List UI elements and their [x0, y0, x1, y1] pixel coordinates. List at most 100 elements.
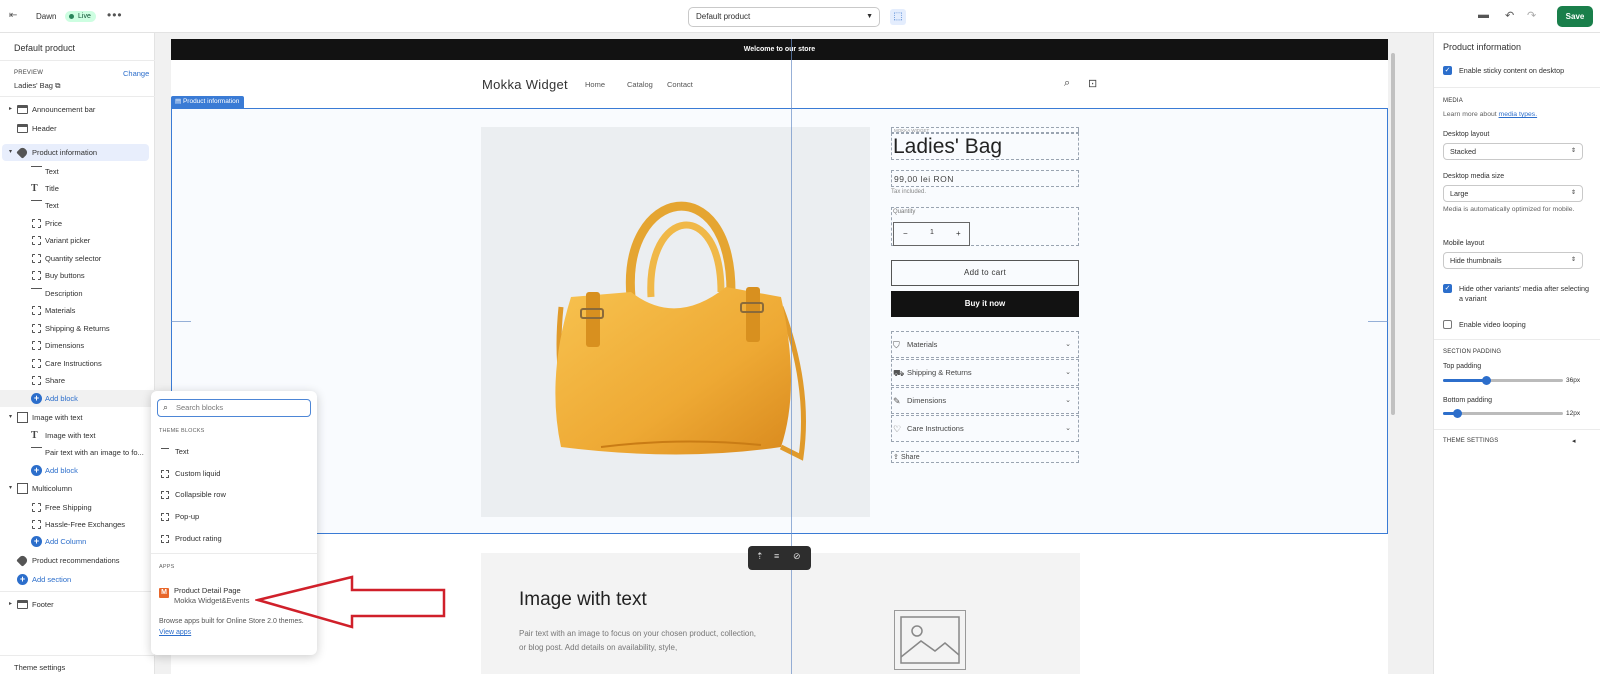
scrollbar-thumb[interactable]	[1391, 53, 1395, 415]
collapsible-care-instructions[interactable]: ♡ Care Instructions ⌄	[891, 415, 1079, 442]
block-option-text[interactable]: Text	[159, 445, 309, 459]
tree-product-information[interactable]: ▾ Product information	[2, 144, 149, 161]
app-block-product-detail-page[interactable]: Product Detail Page	[174, 586, 241, 595]
undo-icon[interactable]: ↶	[1505, 9, 1514, 22]
tree-label: Product recommendations	[32, 556, 120, 565]
nav-catalog[interactable]: Catalog	[627, 80, 653, 89]
add-block-button[interactable]: + Add block	[0, 462, 155, 479]
cart-icon[interactable]: ⊡	[1088, 77, 1097, 90]
slider-fill	[1443, 379, 1487, 382]
chevron-down-icon[interactable]: ▾	[9, 144, 12, 161]
view-apps-link[interactable]: View apps	[159, 629, 191, 636]
tree-block-title[interactable]: T Title	[0, 180, 155, 197]
save-button[interactable]: Save	[1557, 6, 1593, 27]
tree-block-variant-picker[interactable]: Variant picker	[0, 232, 155, 249]
block-option-label: Text	[175, 447, 189, 456]
nav-home[interactable]: Home	[585, 80, 605, 89]
theme-settings-link[interactable]: Theme settings	[14, 663, 65, 672]
collapsible-shipping-returns[interactable]: ⛟ Shipping & Returns ⌄	[891, 359, 1079, 386]
chevron-down-icon[interactable]: ▾	[9, 409, 12, 426]
caret-left-icon[interactable]: ◂	[1572, 437, 1576, 445]
tree-multicolumn[interactable]: ▾ Multicolumn	[0, 480, 155, 497]
hide-variants-media-checkbox[interactable]: ✓	[1443, 284, 1452, 293]
bottom-padding-slider[interactable]	[1443, 409, 1563, 418]
preview-scrollbar[interactable]	[1389, 39, 1397, 669]
preview-product[interactable]: Ladies' Bag ⧉	[14, 81, 60, 91]
add-section-button[interactable]: + Add section	[0, 571, 155, 588]
tree-footer[interactable]: ▸ Footer	[0, 596, 155, 613]
block-option-product-rating[interactable]: Product rating	[159, 532, 309, 546]
tree-header[interactable]: Header	[0, 120, 155, 137]
product-price[interactable]: 99,00 lei RON	[891, 170, 1079, 187]
block-option-popup[interactable]: Pop-up	[159, 510, 309, 524]
search-blocks-input[interactable]: ⌕ Search blocks	[157, 399, 311, 417]
tree-block-dimensions[interactable]: Dimensions	[0, 337, 155, 354]
mobile-layout-value: Hide thumbnails	[1450, 256, 1502, 265]
more-actions-icon[interactable]: •••	[107, 8, 123, 22]
store-logo[interactable]: Mokka Widget	[482, 77, 568, 92]
move-up-icon[interactable]: ⇡	[756, 551, 764, 562]
tree-block-free-shipping[interactable]: Free Shipping	[0, 499, 155, 516]
tree-block-materials[interactable]: Materials	[0, 302, 155, 319]
announcement-bar[interactable]: Welcome to our store	[171, 39, 1388, 60]
tax-note: Tax included.	[891, 189, 927, 195]
buy-now-button[interactable]: Buy it now	[891, 291, 1079, 317]
tree-block-price[interactable]: Price	[0, 215, 155, 232]
share-button[interactable]: ⇪ Share	[891, 451, 1079, 463]
collapsible-dimensions[interactable]: ✎ Dimensions ⌄	[891, 387, 1079, 414]
tree-block-shipping-returns[interactable]: Shipping & Returns	[0, 320, 155, 337]
block-option-collapsible-row[interactable]: Collapsible row	[159, 488, 309, 502]
tree-block-quantity-selector[interactable]: Quantity selector	[0, 250, 155, 267]
add-to-cart-button[interactable]: Add to cart	[891, 260, 1079, 286]
product-media[interactable]	[481, 127, 870, 517]
hide-icon[interactable]: ⊘	[793, 551, 801, 562]
video-looping-checkbox[interactable]	[1443, 320, 1452, 329]
tree-announcement-bar[interactable]: ▸ Announcement bar	[0, 101, 155, 118]
quantity-selector-block[interactable]: Quantity − 1 +	[891, 207, 1079, 246]
tree-block-pair-text[interactable]: Pair text with an image to fo...	[0, 444, 155, 461]
desktop-media-size-select[interactable]: Large ⇕	[1443, 185, 1583, 202]
chevron-down-icon: ⌄	[1065, 369, 1071, 376]
sticky-content-checkbox[interactable]: ✓	[1443, 66, 1452, 75]
search-icon[interactable]: ⌕	[1064, 77, 1070, 90]
tree-block-image-with-text[interactable]: T Image with text	[0, 427, 155, 444]
block-option-custom-liquid[interactable]: Custom liquid	[159, 467, 309, 481]
media-types-link[interactable]: media types.	[1499, 111, 1538, 118]
tree-block-care-instructions[interactable]: Care Instructions	[0, 355, 155, 372]
chevron-right-icon[interactable]: ▸	[9, 596, 12, 613]
redo-icon[interactable]: ↷	[1527, 9, 1536, 22]
template-select[interactable]: Default product ▼	[688, 7, 880, 27]
slider-knob[interactable]	[1453, 409, 1463, 418]
change-preview-link[interactable]: Change	[123, 69, 149, 78]
product-title[interactable]: Ladies' Bag	[891, 133, 1079, 160]
exit-icon[interactable]: ⇤	[9, 10, 17, 21]
plus-icon[interactable]: +	[956, 229, 961, 238]
nav-contact[interactable]: Contact	[667, 80, 693, 89]
external-link-icon[interactable]: ⧉	[55, 81, 60, 90]
minus-icon[interactable]: −	[903, 229, 908, 238]
inspector-toggle-icon[interactable]: ⬚	[890, 9, 906, 25]
device-preview-icon[interactable]: ▬	[1478, 9, 1489, 21]
slider-knob[interactable]	[1482, 376, 1492, 385]
tree-block-text[interactable]: Text	[0, 197, 155, 214]
tree-block-text[interactable]: Text	[0, 163, 155, 180]
top-padding-slider[interactable]	[1443, 376, 1563, 385]
share-icon: ⇪	[893, 454, 899, 461]
tree-block-description[interactable]: Description	[0, 285, 155, 302]
chevron-down-icon[interactable]: ▾	[9, 480, 12, 497]
add-block-button[interactable]: + Add block	[0, 390, 155, 407]
add-column-button[interactable]: + Add Column	[0, 533, 155, 550]
chevron-right-icon[interactable]: ▸	[9, 101, 12, 118]
tree-block-hassle-free-exchanges[interactable]: Hassle-Free Exchanges	[0, 516, 155, 533]
quantity-stepper[interactable]: − 1 +	[893, 222, 970, 246]
tree-block-buy-buttons[interactable]: Buy buttons	[0, 267, 155, 284]
desktop-layout-select[interactable]: Stacked ⇕	[1443, 143, 1583, 160]
mobile-layout-select[interactable]: Hide thumbnails ⇕	[1443, 252, 1583, 269]
tree-product-recommendations[interactable]: Product recommendations	[0, 552, 155, 569]
theme-settings-heading[interactable]: THEME SETTINGS	[1443, 438, 1498, 444]
tree-block-share[interactable]: Share	[0, 372, 155, 389]
tree-image-with-text[interactable]: ▾ Image with text	[0, 409, 155, 426]
collapsible-materials[interactable]: ⛉ Materials ⌄	[891, 331, 1079, 358]
reorder-icon[interactable]: ≡	[774, 551, 779, 561]
image-with-text-section[interactable]: Image with text Pair text with an image …	[481, 553, 1080, 674]
